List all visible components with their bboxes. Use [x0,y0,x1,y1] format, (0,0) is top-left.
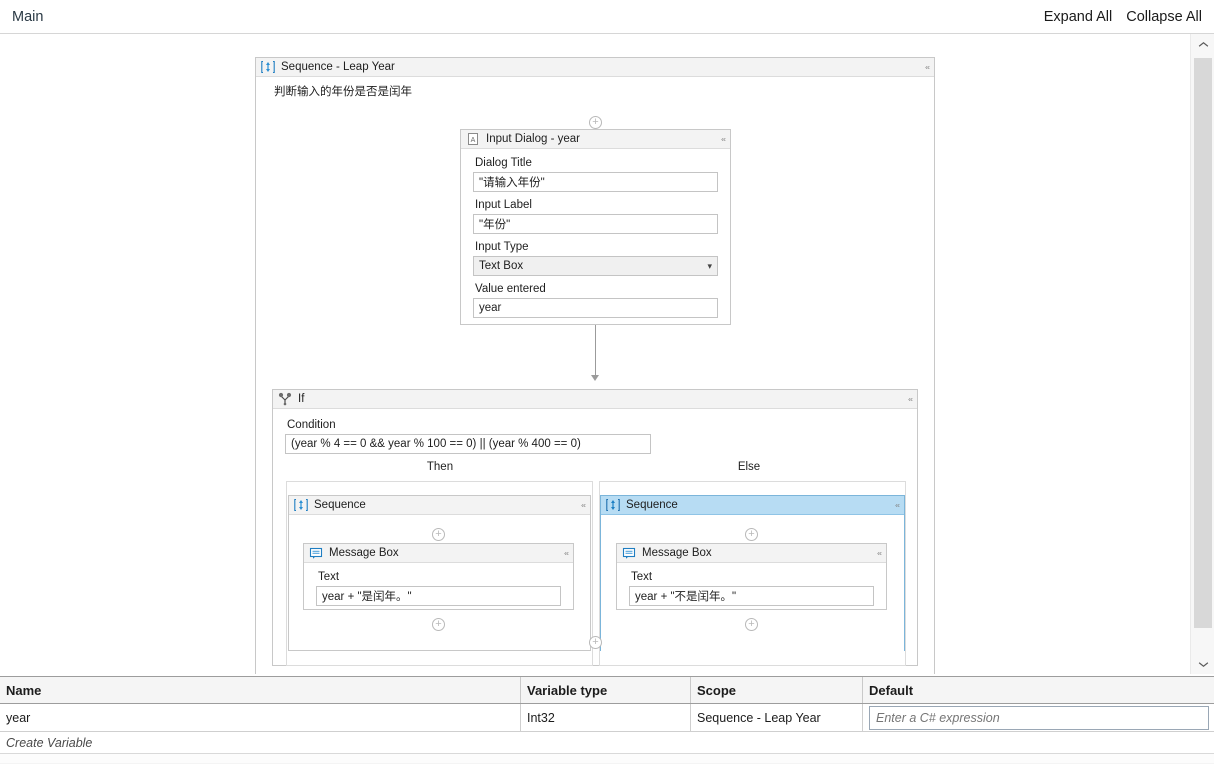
flow-connector-line [595,325,596,375]
sequence-icon [261,60,275,74]
variable-default-input[interactable] [869,705,1209,730]
chevron-collapse-icon[interactable]: « [908,395,913,402]
add-activity-then-bottom[interactable]: + [432,618,445,631]
add-activity-else-bottom[interactable]: + [745,618,758,631]
else-text-label: Text [631,571,653,583]
input-type-label: Input Type [475,241,529,253]
input-dialog-card[interactable]: A Input Dialog - year « Dialog Title Inp… [460,129,731,325]
else-message-box-title: Message Box [642,547,712,559]
svg-text:A: A [471,137,476,144]
else-sequence-header[interactable]: Sequence « [601,496,904,515]
variable-scope-cell[interactable]: Sequence - Leap Year [691,704,863,731]
if-activity-header[interactable]: If « [273,390,917,409]
add-activity-else-top[interactable]: + [745,528,758,541]
page-title: Main [12,8,44,25]
variable-default-cell[interactable] [863,704,1214,731]
chevron-collapse-icon[interactable]: « [895,501,900,508]
table-row[interactable]: year Int32 Sequence - Leap Year [0,704,1214,732]
input-type-select[interactable]: Text Box ▾ [473,256,718,276]
chevron-collapse-icon[interactable]: « [721,135,726,142]
top-toolbar: Main Expand All Collapse All [0,0,1214,34]
add-activity-root-bottom[interactable]: + [589,636,602,649]
collapse-all-button[interactable]: Collapse All [1126,9,1202,25]
workflow-canvas[interactable]: Sequence - Leap Year « 判断输入的年份是否是闰年 + A … [0,34,1190,674]
then-branch-label: Then [426,461,454,473]
then-message-box-card[interactable]: Message Box « Text [303,543,574,610]
root-sequence-title: Sequence - Leap Year [281,61,395,73]
value-entered-input[interactable] [473,298,718,318]
condition-label: Condition [287,419,336,431]
variables-empty-row [0,754,1214,764]
dialog-title-label: Dialog Title [475,157,532,169]
column-header-name[interactable]: Name [0,677,521,703]
column-header-variable-type[interactable]: Variable type [521,677,691,703]
toolbar-actions: Expand All Collapse All [1044,9,1202,25]
then-text-label: Text [318,571,340,583]
input-dialog-body: Dialog Title Input Label Input Type Text… [461,149,730,324]
root-sequence-annotation: 判断输入的年份是否是闰年 [274,86,412,98]
input-label-label: Input Label [475,199,532,211]
else-branch-label: Else [737,461,761,473]
sequence-icon [294,498,308,512]
dialog-title-input[interactable] [473,172,718,192]
root-sequence-header[interactable]: Sequence - Leap Year « [256,58,934,77]
then-message-box-header[interactable]: Message Box « [304,544,573,563]
then-sequence-title: Sequence [314,499,366,511]
else-sequence-title: Sequence [626,499,678,511]
input-label-input[interactable] [473,214,718,234]
document-a-icon: A [466,132,480,146]
else-text-input[interactable] [629,586,874,606]
input-dialog-header[interactable]: A Input Dialog - year « [461,130,730,149]
flow-connector-arrow-icon [591,375,599,381]
then-message-box-title: Message Box [329,547,399,559]
chevron-collapse-icon[interactable]: « [925,63,930,70]
condition-input[interactable] [285,434,651,454]
chevron-collapse-icon[interactable]: « [581,501,586,508]
message-box-icon [622,546,636,560]
create-variable-row[interactable]: Create Variable [0,732,1214,754]
then-text-input[interactable] [316,586,561,606]
value-entered-label: Value entered [475,283,546,295]
variable-type-cell[interactable]: Int32 [521,704,691,731]
canvas-vertical-scrollbar[interactable] [1190,34,1214,674]
else-message-box-card[interactable]: Message Box « Text [616,543,887,610]
chevron-collapse-icon[interactable]: « [877,549,882,556]
scroll-up-button[interactable] [1191,34,1214,54]
add-activity-above-input-dialog[interactable]: + [589,116,602,129]
if-activity-title: If [298,393,305,405]
variable-name-cell[interactable]: year [0,704,521,731]
scroll-down-button[interactable] [1191,654,1214,674]
else-message-box-header[interactable]: Message Box « [617,544,886,563]
sequence-icon [606,498,620,512]
variables-header-row: Name Variable type Scope Default [0,677,1214,704]
input-dialog-title: Input Dialog - year [486,133,580,145]
chevron-down-icon: ▾ [707,260,712,271]
column-header-default[interactable]: Default [863,677,1214,703]
then-sequence-header[interactable]: Sequence « [289,496,590,515]
input-type-value: Text Box [479,260,524,272]
expand-all-button[interactable]: Expand All [1044,9,1113,25]
fork-icon [278,392,292,406]
scrollbar-thumb[interactable] [1194,58,1212,628]
add-activity-then-top[interactable]: + [432,528,445,541]
variables-panel: Name Variable type Scope Default year In… [0,676,1214,765]
message-box-icon [309,546,323,560]
chevron-collapse-icon[interactable]: « [564,549,569,556]
column-header-scope[interactable]: Scope [691,677,863,703]
